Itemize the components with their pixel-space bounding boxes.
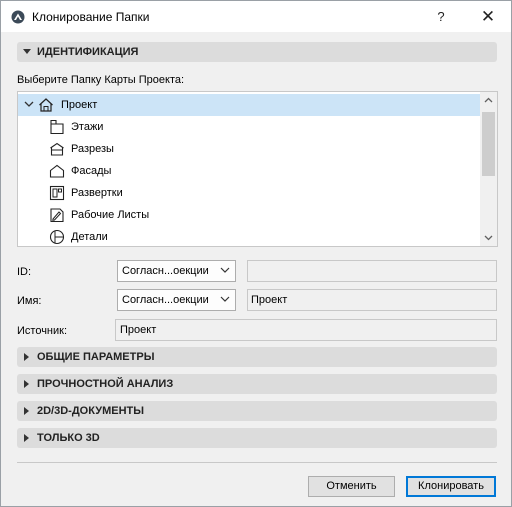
chevron-down-icon[interactable] xyxy=(24,99,34,109)
collapse-triangle-icon xyxy=(23,49,31,54)
tree-item-interior-elevations[interactable]: Развертки xyxy=(18,182,480,204)
project-house-icon xyxy=(39,98,53,112)
tree-item-worksheets[interactable]: Рабочие Листы xyxy=(18,204,480,226)
section-label: 2D/3D-ДОКУМЕНТЫ xyxy=(37,405,144,417)
footer-divider xyxy=(17,462,497,463)
chevron-down-icon xyxy=(220,267,230,273)
section-identification[interactable]: ИДЕНТИФИКАЦИЯ xyxy=(17,42,497,62)
tree-scrollbar[interactable] xyxy=(480,92,497,246)
chevron-down-icon xyxy=(220,296,230,302)
section-2d-3d-documents[interactable]: 2D/3D-ДОКУМЕНТЫ xyxy=(17,401,497,421)
folder-prompt-label: Выберите Папку Карты Проекта: xyxy=(17,74,185,86)
scroll-down-arrow-icon[interactable] xyxy=(480,229,497,246)
name-field-value: Проект xyxy=(251,294,288,306)
expand-triangle-icon xyxy=(24,434,29,442)
clone-folder-dialog: Клонирование Папки ? ✕ ИДЕНТИФИКАЦИЯ Выб… xyxy=(0,0,512,507)
section-structural-analysis[interactable]: ПРОЧНОСТНОЙ АНАЛИЗ xyxy=(17,374,497,394)
tree-item-label: Рабочие Листы xyxy=(71,209,150,221)
worksheets-icon xyxy=(50,208,64,223)
name-dropdown-value: Согласн...оекции xyxy=(122,294,209,306)
app-logo-icon xyxy=(11,10,25,24)
id-dropdown-value: Согласн...оекции xyxy=(122,265,209,277)
project-map-tree[interactable]: Проект Этажи Разрезы Фасады Развертки Ра… xyxy=(17,91,498,247)
tree-item-sections[interactable]: Разрезы xyxy=(18,138,480,160)
tree-item-details[interactable]: Детали xyxy=(18,226,480,246)
section-label: ТОЛЬКО 3D xyxy=(37,432,100,444)
scrollbar-thumb[interactable] xyxy=(482,112,495,176)
tree-item-label: Детали xyxy=(71,231,108,243)
help-button[interactable]: ? xyxy=(426,3,456,31)
elevations-icon xyxy=(49,164,65,178)
tree-item-project[interactable]: Проект xyxy=(18,94,480,116)
source-field: Проект xyxy=(115,319,497,341)
section-3d-only[interactable]: ТОЛЬКО 3D xyxy=(17,428,497,448)
id-label: ID: xyxy=(17,266,32,278)
sections-icon xyxy=(50,142,64,156)
name-label: Имя: xyxy=(17,295,42,307)
expand-triangle-icon xyxy=(24,380,29,388)
stories-icon xyxy=(50,119,64,135)
expand-triangle-icon xyxy=(24,407,29,415)
tree-item-label: Проект xyxy=(61,99,98,111)
id-numbering-dropdown[interactable]: Согласн...оекции xyxy=(117,260,236,282)
section-general-parameters[interactable]: ОБЩИЕ ПАРАМЕТРЫ xyxy=(17,347,497,367)
name-field[interactable]: Проект xyxy=(247,289,497,311)
expand-triangle-icon xyxy=(24,353,29,361)
section-label: ПРОЧНОСТНОЙ АНАЛИЗ xyxy=(37,378,174,390)
window-title: Клонирование Папки xyxy=(32,10,150,24)
cancel-button[interactable]: Отменить xyxy=(308,476,395,497)
close-button[interactable]: ✕ xyxy=(471,3,505,31)
section-label: ОБЩИЕ ПАРАМЕТРЫ xyxy=(37,351,155,363)
tree-item-elevations[interactable]: Фасады xyxy=(18,160,480,182)
source-label: Источник: xyxy=(17,325,68,337)
section-identification-label: ИДЕНТИФИКАЦИЯ xyxy=(37,46,139,58)
interior-elevations-icon xyxy=(49,185,65,201)
scroll-up-arrow-icon[interactable] xyxy=(480,92,497,109)
id-field[interactable] xyxy=(247,260,497,282)
tree-item-stories[interactable]: Этажи xyxy=(18,116,480,138)
clone-button[interactable]: Клонировать xyxy=(406,476,496,497)
source-field-value: Проект xyxy=(120,324,157,336)
title-bar: Клонирование Папки ? ✕ xyxy=(1,1,511,32)
tree-item-label: Фасады xyxy=(71,165,112,177)
name-source-dropdown[interactable]: Согласн...оекции xyxy=(117,289,236,311)
tree-item-label: Развертки xyxy=(71,187,123,199)
tree-item-label: Этажи xyxy=(71,121,104,133)
tree-item-label: Разрезы xyxy=(71,143,114,155)
details-icon xyxy=(49,229,65,245)
